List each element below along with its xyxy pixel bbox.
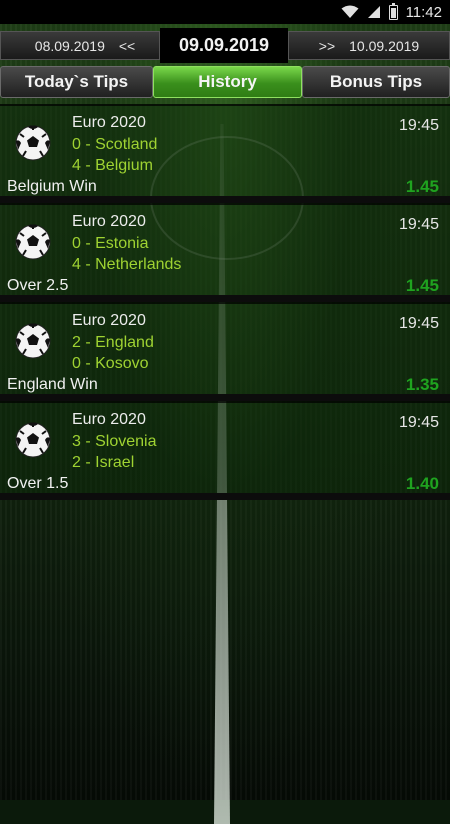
competition-label: Euro 2020: [72, 312, 146, 329]
signal-icon: [367, 6, 380, 18]
tab-bonus-tips[interactable]: Bonus Tips: [302, 66, 450, 98]
match-card[interactable]: Euro 2020 0 - Estonia 4 - Netherlands 19…: [0, 203, 450, 297]
odds-value: 1.40: [405, 474, 439, 493]
odds-value: 1.35: [405, 375, 439, 394]
current-date: 09.09.2019: [160, 28, 288, 63]
next-date-label: 10.09.2019: [349, 37, 420, 54]
tip-label: Over 2.5: [7, 277, 69, 294]
match-time: 19:45: [398, 414, 439, 431]
next-date-button[interactable]: >> 10.09.2019: [288, 31, 450, 60]
odds-value: 1.45: [405, 177, 439, 196]
row-divider: [0, 394, 450, 401]
home-team-score: 0 - Estonia: [72, 235, 149, 252]
tab-history[interactable]: History: [153, 66, 302, 98]
row-divider: [0, 295, 450, 302]
tip-label: England Win: [7, 376, 98, 393]
away-team-score: 4 - Belgium: [72, 157, 153, 174]
soccer-ball-icon: [15, 422, 51, 458]
next-arrow-icon: >>: [318, 37, 336, 54]
previous-date-button[interactable]: 08.09.2019 <<: [0, 31, 160, 60]
home-team-score: 2 - England: [72, 334, 154, 351]
match-time: 19:45: [398, 216, 439, 233]
away-team-score: 0 - Kosovo: [72, 355, 149, 372]
competition-label: Euro 2020: [72, 114, 146, 131]
away-team-score: 4 - Netherlands: [72, 256, 182, 273]
competition-label: Euro 2020: [72, 411, 146, 428]
match-card[interactable]: Euro 2020 2 - England 0 - Kosovo 19:45 E…: [0, 302, 450, 396]
soccer-ball-icon: [15, 125, 51, 161]
competition-label: Euro 2020: [72, 213, 146, 230]
match-time: 19:45: [398, 117, 439, 134]
status-time: 11:42: [405, 3, 442, 21]
home-team-score: 3 - Slovenia: [72, 433, 157, 450]
soccer-ball-icon: [15, 224, 51, 260]
date-navigation: 08.09.2019 << 09.09.2019 >> 10.09.2019: [0, 28, 450, 63]
row-divider: [0, 493, 450, 500]
tab-bar: Today`s Tips History Bonus Tips: [0, 66, 450, 98]
away-team-score: 2 - Israel: [72, 454, 135, 471]
wifi-icon: [341, 5, 359, 18]
match-card[interactable]: Euro 2020 0 - Scotland 4 - Belgium 19:45…: [0, 104, 450, 198]
row-divider: [0, 196, 450, 203]
status-bar: 11:42: [0, 0, 450, 24]
match-time: 19:45: [398, 315, 439, 332]
tip-label: Belgium Win: [7, 178, 97, 195]
soccer-ball-icon: [15, 323, 51, 359]
tip-label: Over 1.5: [7, 475, 69, 492]
match-card[interactable]: Euro 2020 3 - Slovenia 2 - Israel 19:45 …: [0, 401, 450, 495]
battery-icon: [388, 2, 398, 20]
home-team-score: 0 - Scotland: [72, 136, 158, 153]
previous-date-label: 08.09.2019: [34, 37, 105, 54]
tab-todays-tips[interactable]: Today`s Tips: [0, 66, 153, 98]
previous-arrow-icon: <<: [118, 37, 136, 54]
odds-value: 1.45: [405, 276, 439, 295]
